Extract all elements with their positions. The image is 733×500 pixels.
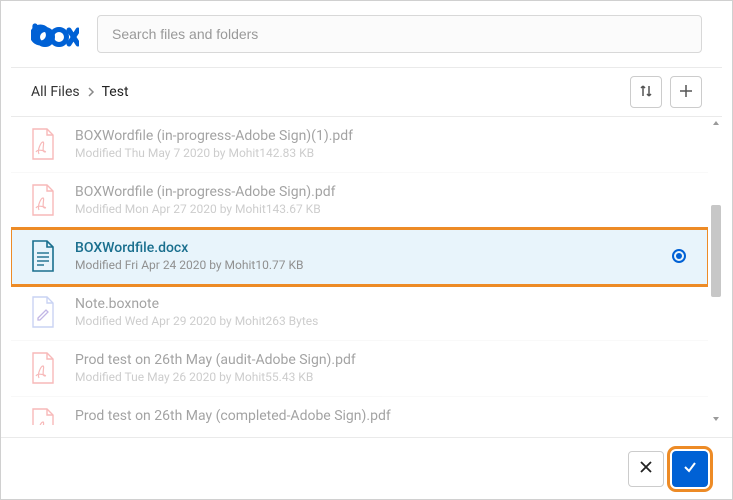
file-name: Prod test on 26th May (completed-Adobe S… bbox=[75, 407, 692, 425]
file-name: Note.boxnote bbox=[75, 295, 692, 313]
file-name: BOXWordfile.docx bbox=[75, 239, 654, 257]
pdf-file-icon bbox=[29, 351, 57, 385]
breadcrumb-root[interactable]: All Files bbox=[31, 84, 80, 100]
search-input[interactable] bbox=[97, 15, 702, 53]
file-subtext: Modified Wed Apr 29 2020 by Mohit263 Byt… bbox=[75, 313, 692, 330]
file-picker-dialog: All Files Test bbox=[0, 0, 733, 500]
breadcrumb-current: Test bbox=[102, 84, 129, 100]
file-subtext: Modified Mon Apr 27 2020 by Mohit143.67 … bbox=[75, 201, 692, 218]
toolbar: All Files Test bbox=[1, 68, 732, 116]
file-meta: Prod test on 26th May (completed-Adobe S… bbox=[75, 407, 692, 425]
file-subtext: Modified Thu May 7 2020 by Mohit142.83 K… bbox=[75, 145, 692, 162]
radio-dot-icon bbox=[676, 253, 682, 259]
check-icon bbox=[682, 459, 698, 478]
sort-icon bbox=[638, 83, 654, 102]
file-name: Prod test on 26th May (audit-Adobe Sign)… bbox=[75, 351, 692, 369]
file-subtext: Modified Fri Apr 24 2020 by Mohit10.77 K… bbox=[75, 257, 654, 274]
file-list-container: BOXWordfile (in-progress-Adobe Sign)(1).… bbox=[1, 117, 732, 425]
box-logo bbox=[31, 21, 79, 47]
file-subtext: Modified Tue May 26 2020 by Mohit55.43 K… bbox=[75, 369, 692, 386]
scroll-down-icon[interactable] bbox=[710, 413, 722, 425]
file-meta: BOXWordfile (in-progress-Adobe Sign)(1).… bbox=[75, 127, 692, 162]
file-row[interactable]: BOXWordfile (in-progress-Adobe Sign)(1).… bbox=[11, 117, 708, 173]
scrollbar[interactable] bbox=[710, 117, 722, 425]
scroll-thumb[interactable] bbox=[711, 205, 721, 297]
file-list: BOXWordfile (in-progress-Adobe Sign)(1).… bbox=[11, 117, 708, 425]
file-meta: BOXWordfile.docxModified Fri Apr 24 2020… bbox=[75, 239, 654, 274]
doc-file-icon bbox=[29, 239, 57, 273]
file-row[interactable]: Prod test on 26th May (audit-Adobe Sign)… bbox=[11, 341, 708, 397]
selected-radio[interactable] bbox=[672, 249, 686, 263]
file-row[interactable]: Note.boxnoteModified Wed Apr 29 2020 by … bbox=[11, 285, 708, 341]
breadcrumb: All Files Test bbox=[31, 84, 129, 100]
scroll-up-icon[interactable] bbox=[710, 117, 722, 129]
file-name: BOXWordfile (in-progress-Adobe Sign).pdf bbox=[75, 183, 692, 201]
file-row[interactable]: BOXWordfile (in-progress-Adobe Sign).pdf… bbox=[11, 173, 708, 229]
cancel-button[interactable] bbox=[628, 451, 664, 487]
file-row[interactable]: BOXWordfile.docxModified Fri Apr 24 2020… bbox=[11, 229, 708, 285]
add-button[interactable] bbox=[670, 76, 702, 108]
file-meta: Note.boxnoteModified Wed Apr 29 2020 by … bbox=[75, 295, 692, 330]
file-name: BOXWordfile (in-progress-Adobe Sign)(1).… bbox=[75, 127, 692, 145]
file-meta: Prod test on 26th May (audit-Adobe Sign)… bbox=[75, 351, 692, 386]
toolbar-actions bbox=[630, 76, 702, 108]
chevron-right-icon bbox=[86, 87, 96, 97]
footer bbox=[1, 437, 732, 499]
sort-button[interactable] bbox=[630, 76, 662, 108]
close-icon bbox=[639, 460, 653, 477]
confirm-button[interactable] bbox=[672, 451, 708, 487]
header bbox=[1, 1, 732, 67]
pdf-file-icon bbox=[29, 183, 57, 217]
plus-icon bbox=[678, 83, 694, 102]
pdf-file-icon bbox=[29, 407, 57, 425]
file-row[interactable]: Prod test on 26th May (completed-Adobe S… bbox=[11, 397, 708, 425]
note-file-icon bbox=[29, 295, 57, 329]
file-meta: BOXWordfile (in-progress-Adobe Sign).pdf… bbox=[75, 183, 692, 218]
pdf-file-icon bbox=[29, 127, 57, 161]
